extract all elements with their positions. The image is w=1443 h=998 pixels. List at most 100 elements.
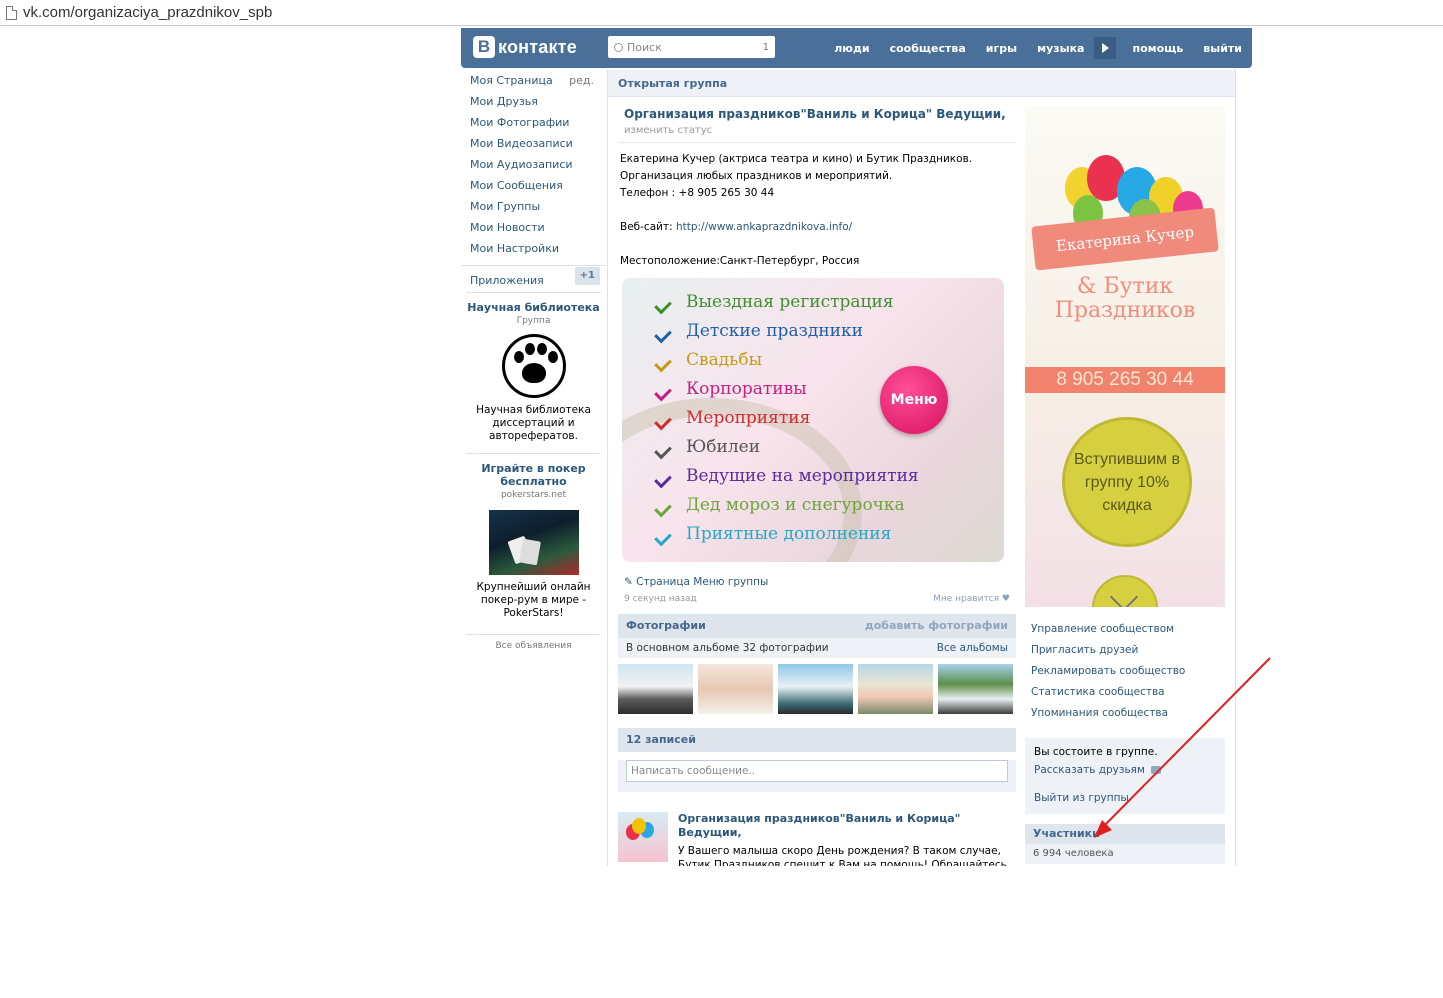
invite-friends-link[interactable]: Пригласить друзей [1025, 640, 1225, 661]
post-meta: 9 секунд назад Мне нравится ♥ [618, 588, 1016, 604]
page-type-header: Открытая группа [608, 70, 1235, 97]
menu-page-link-label: Страница Меню группы [636, 576, 769, 588]
wall-header: 12 записей [618, 728, 1016, 752]
photos-subheader: В основном альбоме 32 фотографии Все аль… [618, 638, 1016, 658]
edit-link[interactable]: ред. [569, 70, 594, 91]
sidebar-item-photos[interactable]: Мои Фотографии [461, 112, 606, 133]
vk-header: В контакте Поиск 1 люди сообщества игры … [461, 28, 1252, 68]
nav-help[interactable]: помощь [1122, 42, 1193, 55]
post-text-line: Бутик Праздников спешит к Вам на помощь!… [678, 859, 1007, 866]
members-header[interactable]: Участники [1025, 824, 1225, 844]
sidebar-item-news[interactable]: Мои Новости [461, 217, 606, 238]
membership-box: Вы состоите в группе. Рассказать друзьям… [1025, 738, 1225, 814]
menu-row-label: Выездная регистрация [686, 292, 894, 312]
sidebar-item-messages[interactable]: Мои Сообщения [461, 175, 606, 196]
add-photos-link[interactable]: добавить фотографии [865, 614, 1008, 638]
address-bar[interactable]: vk.com/organizaciya_prazdnikov_spb [0, 0, 1443, 26]
services-menu-image[interactable]: Выездная регистрация Детские праздники С… [622, 278, 1004, 562]
photo-thumbnail[interactable] [618, 664, 693, 714]
photo-thumbnail[interactable] [858, 664, 933, 714]
ad-title[interactable]: Играйте в покер бесплатно [465, 462, 602, 488]
post-author[interactable]: Организация праздников"Ваниль и Корица" … [678, 812, 1016, 840]
group-avatar-banner[interactable]: Екатерина Кучер & Бутик Праздников 8 905… [1025, 107, 1225, 607]
community-stats-link[interactable]: Статистика сообщества [1025, 682, 1225, 703]
menu-row: Дед мороз и снегурочка [656, 495, 905, 515]
menu-row: Корпоративы [656, 379, 807, 399]
menu-row-label: Юбилеи [686, 437, 761, 457]
group-content: Организация праздников"Ваниль и Корица" … [618, 97, 1016, 866]
banner-phone: 8 905 265 30 44 [1025, 367, 1225, 393]
search-input[interactable]: Поиск 1 [608, 36, 775, 58]
sidebar-item-videos[interactable]: Мои Видеозаписи [461, 133, 606, 154]
desc-line: Екатерина Кучер (актриса театра и кино) … [620, 153, 973, 165]
page-icon: ✎ [624, 576, 637, 588]
membership-status: Вы состоите в группе. [1034, 746, 1158, 758]
photos-header: Фотографии добавить фотографии [618, 614, 1016, 638]
banner-ribbon: Екатерина Кучер [1031, 207, 1219, 271]
nav-people[interactable]: люди [824, 42, 879, 55]
menu-row: Свадьбы [656, 350, 762, 370]
sidebar-item-label: Моя Страница [470, 74, 553, 87]
tell-friends-link[interactable]: Рассказать друзьям [1034, 764, 1216, 776]
change-status-link[interactable]: изменить статус [618, 121, 1016, 143]
menu-row-label: Свадьбы [686, 350, 763, 370]
sidebar-item-settings[interactable]: Мои Настройки [461, 238, 606, 259]
photo-thumbnail[interactable] [938, 664, 1013, 714]
sidebar-item-label: Приложения [470, 274, 544, 287]
menu-page-link[interactable]: ✎ Страница Меню группы [618, 562, 1016, 588]
menu-button[interactable]: Меню [880, 366, 948, 434]
wall-post: Организация праздников"Ваниль и Корица" … [618, 812, 1016, 866]
nav-music[interactable]: музыка [1027, 42, 1094, 55]
photos-block: Фотографии добавить фотографии В основно… [618, 614, 1016, 714]
paw-logo-icon[interactable] [501, 334, 566, 398]
community-mentions-link[interactable]: Упоминания сообщества [1025, 703, 1225, 724]
website-link[interactable]: http://www.ankaprazdnikova.info/ [676, 221, 852, 233]
ad-subtitle: Группа [516, 316, 551, 326]
play-icon[interactable] [1094, 37, 1117, 59]
speech-bubble-icon [1150, 766, 1161, 774]
sidebar-item-friends[interactable]: Мои Друзья [461, 91, 606, 112]
nav-logout[interactable]: выйти [1193, 42, 1252, 55]
manage-community-link[interactable]: Управление сообществом [1025, 619, 1225, 640]
check-icon [656, 497, 678, 513]
post-body: Организация праздников"Ваниль и Корица" … [678, 812, 1016, 866]
photo-thumbnail[interactable] [698, 664, 773, 714]
website-label: Веб-сайт: [620, 221, 673, 233]
photo-thumbnail[interactable] [778, 664, 853, 714]
poker-ad-image[interactable] [488, 510, 579, 575]
ad-poker[interactable]: Играйте в покер бесплатно pokerstars.net… [461, 454, 606, 624]
sidebar-item-groups[interactable]: Мои Группы [461, 196, 606, 217]
menu-row: Детские праздники [656, 321, 863, 341]
desc-line: Телефон : +8 905 265 30 44 [620, 187, 775, 199]
ad-title[interactable]: Научная библиотека [465, 301, 602, 314]
heart-icon: ♥ [1001, 594, 1010, 604]
sidebar-item-my-page[interactable]: Моя Страница ред. [461, 70, 606, 91]
leave-group-link[interactable]: Выйти из группы [1034, 792, 1216, 804]
sidebar-item-apps[interactable]: Приложения +1 [461, 265, 606, 287]
sidebar-item-audio[interactable]: Мои Аудиозаписи [461, 154, 606, 175]
all-albums-link[interactable]: Все альбомы [937, 638, 1008, 658]
wall-count[interactable]: 12 записей [626, 728, 696, 752]
like-label: Мне нравится [933, 594, 1000, 604]
check-icon [656, 381, 678, 397]
menu-row: Мероприятия [656, 408, 810, 428]
all-ads-link[interactable]: Все объявления [466, 634, 601, 651]
photo-strip [618, 664, 1016, 714]
post-text: У Вашего малыша скоро День рождения? В т… [678, 844, 1016, 866]
menu-row: Ведущие на мероприятия [656, 466, 919, 486]
ad-library[interactable]: Научная библиотека Группа Научная библио… [461, 293, 606, 447]
wall-message-input[interactable]: Написать сообщение.. [626, 760, 1008, 782]
top-nav: люди сообщества игры музыка помощь выйти [824, 28, 1252, 68]
nav-communities[interactable]: сообщества [880, 42, 976, 55]
vk-logo[interactable]: В контакте [473, 36, 577, 58]
like-button[interactable]: Мне нравится ♥ [933, 594, 1010, 604]
left-sidebar: Моя Страница ред. Мои Друзья Мои Фотогра… [461, 70, 606, 651]
photos-title[interactable]: Фотографии [626, 614, 706, 638]
apps-badge[interactable]: +1 [574, 267, 600, 285]
url-text[interactable]: vk.com/organizaciya_prazdnikov_spb [23, 4, 272, 21]
avatar[interactable] [618, 812, 668, 862]
check-icon [656, 526, 678, 542]
advertise-community-link[interactable]: Рекламировать сообщество [1025, 661, 1225, 682]
nav-games[interactable]: игры [976, 42, 1027, 55]
check-icon [656, 323, 678, 339]
